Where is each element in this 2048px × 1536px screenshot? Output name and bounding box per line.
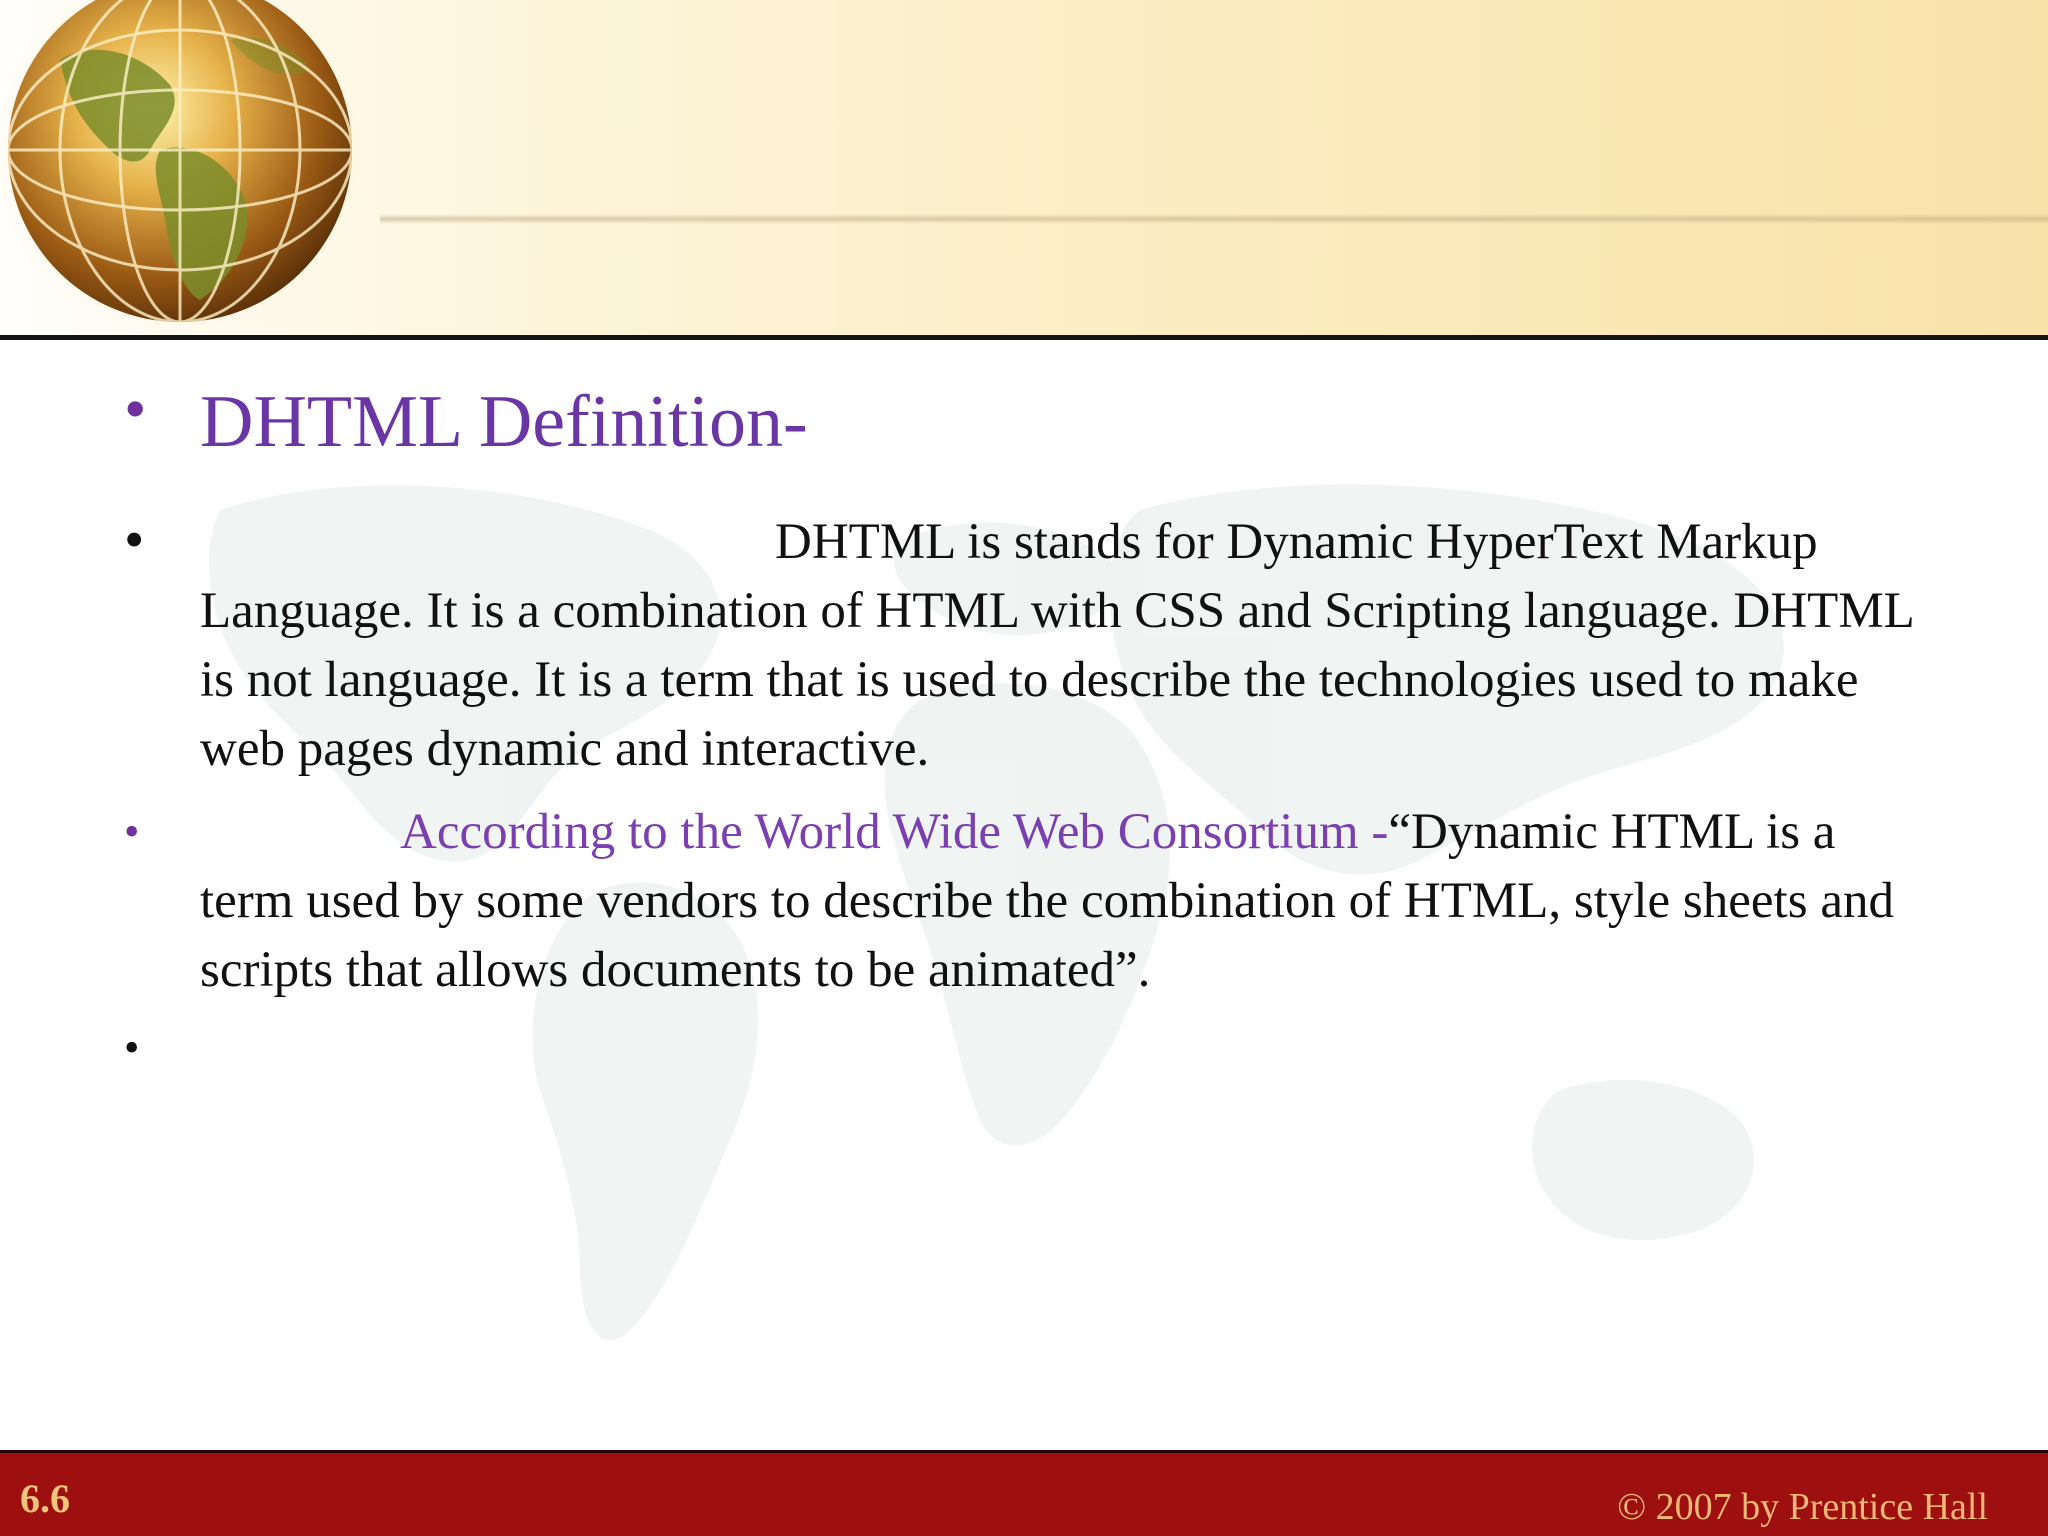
- definition-paragraph: DHTML is stands for Dynamic HyperText Ma…: [200, 514, 1913, 777]
- copyright-notice: © 2007 by Prentice Hall: [1617, 1486, 1988, 1528]
- header-stripe: [380, 214, 2048, 224]
- globe-icon: [0, 0, 370, 337]
- w3c-paragraph: According to the World Wide Web Consorti…: [200, 798, 1920, 1005]
- footer-bar: 6.6 © 2007 by Prentice Hall: [0, 1450, 2048, 1536]
- header-rule: [0, 335, 2048, 340]
- slide-number: 6.6: [20, 1476, 70, 1521]
- bullet: •: [124, 373, 147, 444]
- bullet: •: [124, 807, 140, 856]
- bullet: •: [124, 507, 145, 572]
- slide-title: DHTML Definition-: [200, 381, 808, 463]
- slide: • DHTML Definition- • DHTML is stands fo…: [0, 0, 2048, 1536]
- header-band: [0, 0, 2048, 337]
- bullet: •: [124, 1023, 140, 1072]
- w3c-attribution: According to the World Wide Web Consorti…: [400, 804, 1389, 860]
